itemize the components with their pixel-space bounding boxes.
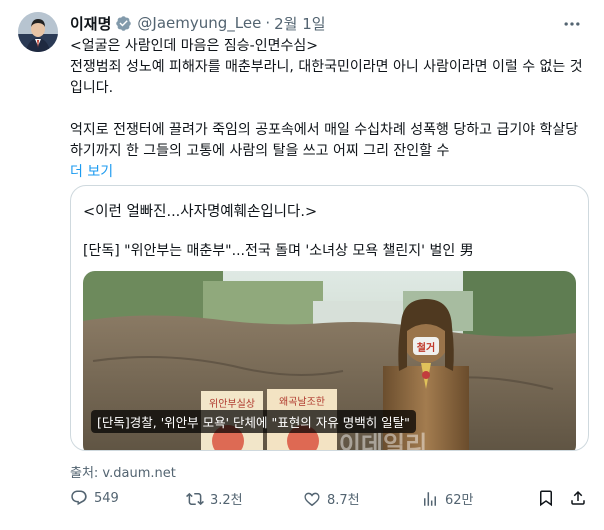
retweet-button[interactable]: 3.2천 — [186, 489, 243, 508]
tweet-date[interactable]: 2월 1일 — [274, 13, 325, 34]
image-caption: [단독]경찰, '위안부 모욕' 단체에 "표현의 자유 명백히 일탈" — [91, 410, 416, 433]
author-handle[interactable]: @Jaemyung_Lee — [137, 14, 261, 32]
author-row: 이재명 @Jaemyung_Lee · 2월 1일 — [70, 12, 326, 34]
sign-text-left: 위안부실상 — [209, 397, 255, 410]
tweet-text-line-3: 억지로 전쟁터에 끌려가 죽임의 공포속에서 매일 수십차례 성폭행 당하고 급… — [70, 122, 579, 159]
bookmark-icon — [540, 490, 552, 507]
tweet: 이재명 @Jaemyung_Lee · 2월 1일 <얼굴은 사람인데 마음은 … — [0, 0, 604, 530]
reply-icon — [71, 490, 87, 506]
like-button[interactable]: 8.7천 — [303, 489, 360, 508]
views-chart-icon — [424, 491, 436, 506]
card-image[interactable]: 위안부실상 왜곡날조한 철거 이데일리 [단독]경찰, '위안부 모욕' 단체에… — [83, 271, 576, 451]
card-quote-text: <이런 얼빠진...사자명예훼손입니다.> — [83, 204, 318, 220]
share-button[interactable] — [569, 489, 593, 507]
tweet-text-line-2: 전쟁범죄 성노예 피해자를 매춘부라니, 대한국민이라면 아니 사람이라면 이럴… — [70, 59, 583, 96]
share-icon — [571, 490, 585, 505]
quote-card[interactable]: <이런 얼빠진...사자명예훼손입니다.> [단독] "위안부는 매춘부"...… — [70, 185, 589, 451]
card-article-title[interactable]: [단독] "위안부는 매춘부"...전국 돌며 '소녀상 모욕 챌린지' 벌인 … — [83, 240, 474, 260]
link-source[interactable]: 출처: v.daum.net — [70, 462, 176, 481]
tweet-text-line-1: <얼굴은 사람인데 마음은 짐승-인면수심> — [70, 38, 318, 54]
show-more-link[interactable]: 더 보기 — [70, 164, 113, 180]
reply-count: 549 — [94, 490, 119, 506]
heart-icon — [304, 492, 320, 506]
avatar-image — [18, 12, 58, 52]
tweet-text: <얼굴은 사람인데 마음은 짐승-인면수심> 전쟁범죄 성노예 피해자를 매춘부… — [70, 36, 590, 183]
photo-watermark: 이데일리 — [339, 431, 427, 451]
like-count: 8.7천 — [327, 493, 360, 508]
action-bar: 549 3.2천 8.7천 62만 — [70, 489, 590, 511]
author-name[interactable]: 이재명 — [70, 13, 111, 34]
more-horizontal-icon[interactable] — [562, 14, 582, 34]
avatar[interactable] — [18, 12, 58, 52]
retweet-count: 3.2천 — [210, 493, 243, 508]
retweet-icon — [186, 492, 204, 505]
verified-badge-icon — [116, 15, 132, 31]
bookmark-button[interactable] — [537, 489, 561, 507]
views-count: 62만 — [445, 493, 474, 508]
mask-text: 철거 — [417, 341, 435, 354]
reply-button[interactable]: 549 — [70, 489, 119, 507]
views-button[interactable]: 62만 — [421, 489, 474, 508]
sign-text-right: 왜곡날조한 — [279, 396, 325, 408]
separator-dot: · — [265, 14, 271, 32]
